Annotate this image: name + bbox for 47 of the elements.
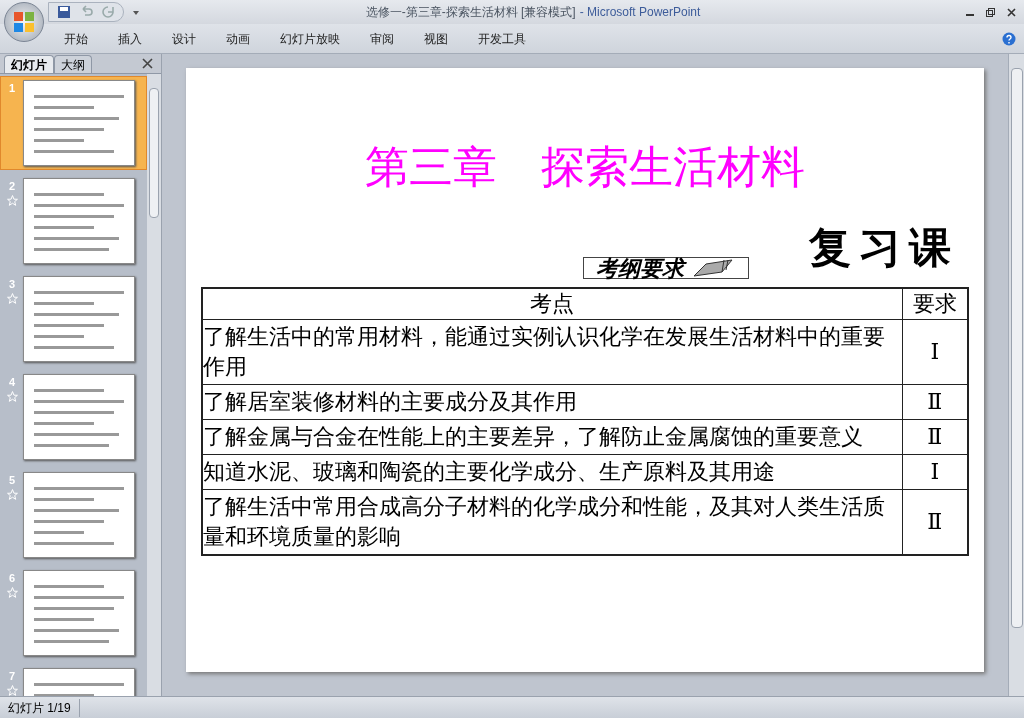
window-title: 选修一-第三章-探索生活材料 [兼容模式] [365,4,576,21]
office-logo-icon [13,11,35,33]
ribbon-tab[interactable]: 开始 [60,29,92,48]
slide-number: 7 [8,669,16,684]
scrollbar[interactable] [147,74,161,696]
slide-thumbnail[interactable] [23,276,135,362]
save-icon[interactable] [57,5,71,19]
slide-thumbnail[interactable] [23,570,135,656]
scrollbar[interactable] [1008,54,1024,696]
ribbon-tab[interactable]: 视图 [420,29,452,48]
slide-number: 1 [8,81,16,96]
book-icon [692,258,736,278]
ribbon-tab[interactable]: 设计 [168,29,200,48]
redo-icon[interactable] [101,5,115,19]
ribbon-tab[interactable]: 动画 [222,29,254,48]
slide-thumbnail[interactable] [23,472,135,558]
ribbon-tab[interactable]: 幻灯片放映 [276,29,344,48]
slide-thumbnail[interactable] [23,178,135,264]
pane-tab[interactable]: 大纲 [54,55,92,73]
help-icon[interactable] [1002,31,1016,46]
table-cell: 了解生活中常用合成高分子材料的化学成分和性能，及其对人类生活质量和环境质量的影响 [202,489,902,555]
slide-number: 3 [8,277,16,292]
ribbon-tab[interactable]: 插入 [114,29,146,48]
table-cell: 了解居室装修材料的主要成分及其作用 [202,384,902,420]
close-icon[interactable] [1007,7,1016,17]
restore-icon[interactable] [986,7,995,17]
office-button[interactable] [4,2,44,42]
column-header: 考点 [202,288,902,320]
slide-count: 幻灯片 1/19 [0,698,80,717]
dropdown-icon[interactable] [132,8,140,16]
table-cell: 了解金属与合金在性能上的主要差异，了解防止金属腐蚀的重要意义 [202,419,902,455]
undo-icon[interactable] [79,5,93,19]
table-cell: 了解生活中的常用材料，能通过实例认识化学在发展生活材料中的重要作用 [202,319,902,385]
slide-number: 5 [8,473,16,488]
ribbon-tab[interactable]: 开发工具 [474,29,530,48]
ribbon-tab[interactable]: 审阅 [366,29,398,48]
slide-number: 4 [8,375,16,390]
slide-title: 第三章 探索生活材料 [365,141,805,193]
slide-thumbnail[interactable] [23,374,135,460]
pane-tab[interactable]: 幻灯片 [4,55,54,73]
slide-number: 2 [8,179,16,194]
slide-thumbnail[interactable] [23,80,135,166]
close-icon[interactable] [142,58,153,69]
app-name: - Microsoft PowerPoint [579,4,701,21]
subtitle: 复习课 [809,222,959,274]
table-cell: 知道水泥、玻璃和陶瓷的主要化学成分、生产原料及其用途 [202,454,902,490]
slide-number: 6 [8,571,16,586]
